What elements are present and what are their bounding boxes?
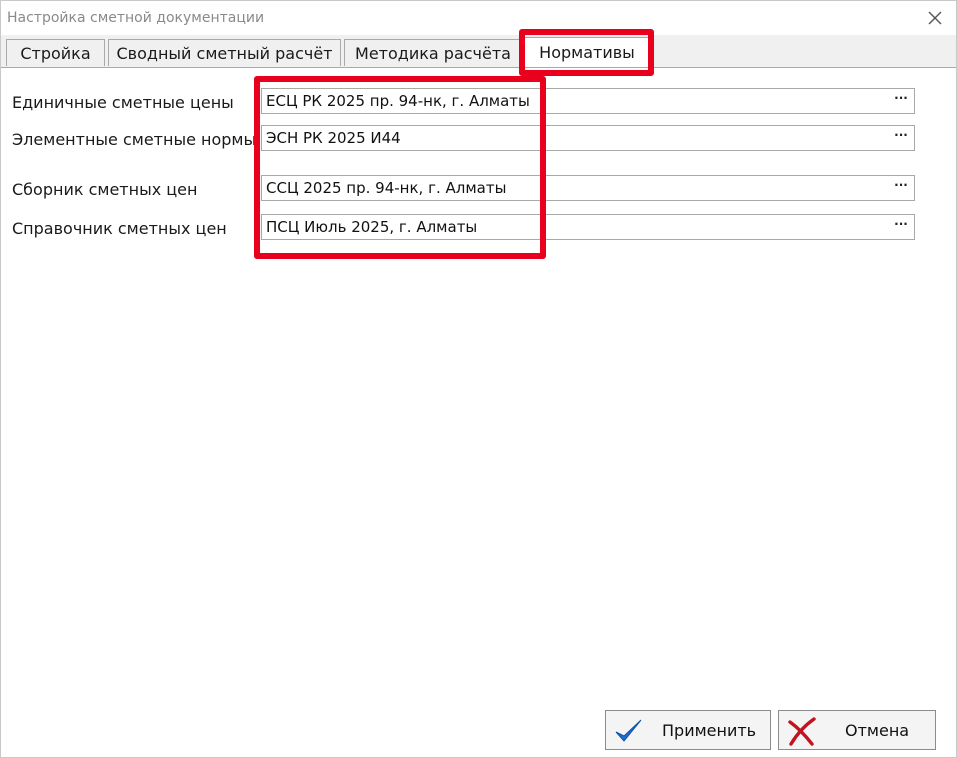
cross-icon <box>788 717 816 746</box>
tab-bar: Стройка Сводный сметный расчёт Методика … <box>1 35 956 69</box>
price-reference-value: ПСЦ Июль 2025, г. Алматы <box>266 218 478 236</box>
apply-button[interactable]: Применить <box>605 710 771 750</box>
settings-dialog: Настройка сметной документации Стройка С… <box>0 0 957 758</box>
close-icon[interactable] <box>926 9 944 27</box>
price-reference-browse-button[interactable]: ··· <box>889 216 913 238</box>
unit-prices-label: Единичные сметные цены <box>12 93 234 112</box>
cancel-button[interactable]: Отмена <box>778 710 936 750</box>
element-norms-browse-button[interactable]: ··· <box>889 127 913 149</box>
price-collection-label: Сборник сметных цен <box>12 180 198 199</box>
element-norms-value: ЭСН РК 2025 И44 <box>266 129 401 147</box>
tab-construction[interactable]: Стройка <box>6 39 105 66</box>
tab-calculation-method[interactable]: Методика расчёта <box>344 39 522 66</box>
apply-button-label: Применить <box>662 721 757 740</box>
unit-prices-field[interactable]: ЕСЦ РК 2025 пр. 94-нк, г. Алматы ··· <box>261 88 915 114</box>
element-norms-field[interactable]: ЭСН РК 2025 И44 ··· <box>261 125 915 151</box>
tab-normatives[interactable]: Нормативы <box>524 37 650 69</box>
price-collection-value: ССЦ 2025 пр. 94-нк, г. Алматы <box>266 179 507 197</box>
normatives-panel: Единичные сметные цены ЕСЦ РК 2025 пр. 9… <box>1 68 956 757</box>
price-collection-field[interactable]: ССЦ 2025 пр. 94-нк, г. Алматы ··· <box>261 175 915 201</box>
window-title: Настройка сметной документации <box>7 10 265 26</box>
price-reference-field[interactable]: ПСЦ Июль 2025, г. Алматы ··· <box>261 214 915 240</box>
title-bar: Настройка сметной документации <box>1 1 956 35</box>
unit-prices-value: ЕСЦ РК 2025 пр. 94-нк, г. Алматы <box>266 92 530 110</box>
unit-prices-browse-button[interactable]: ··· <box>889 90 913 112</box>
tab-summary-estimate[interactable]: Сводный сметный расчёт <box>108 39 341 66</box>
checkmark-icon <box>615 719 642 742</box>
price-collection-browse-button[interactable]: ··· <box>889 177 913 199</box>
cancel-button-label: Отмена <box>845 721 910 740</box>
price-reference-label: Справочник сметных цен <box>12 219 227 238</box>
element-norms-label: Элементные сметные нормы <box>12 130 257 149</box>
